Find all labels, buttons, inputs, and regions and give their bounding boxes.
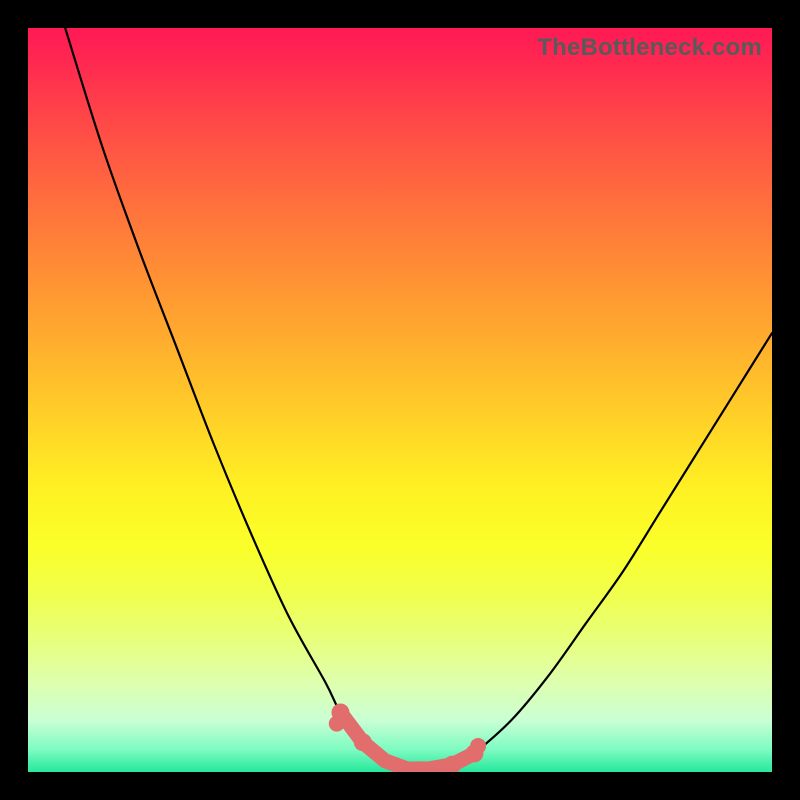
chart-frame: TheBottleneck.com [0,0,800,800]
curve-layer [28,28,772,772]
plot-area: TheBottleneck.com [28,28,772,772]
bottleneck-curve [65,28,772,770]
flat-region-markers [329,703,486,772]
